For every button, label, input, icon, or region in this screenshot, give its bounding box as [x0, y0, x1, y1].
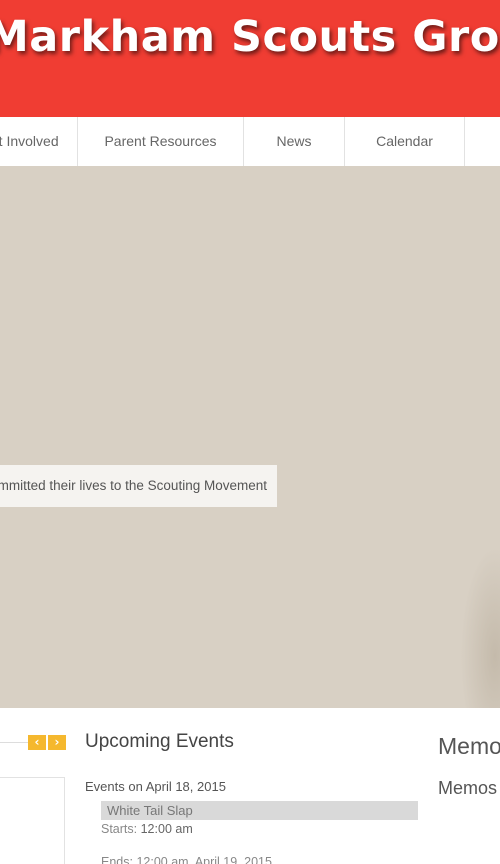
event-start-value: 12:00 am [140, 822, 193, 836]
event-end-value: 12:00 am, April 19, 2015 [136, 855, 272, 864]
nav-item-news[interactable]: News [244, 117, 345, 166]
event-link-white-tail-slap[interactable]: White Tail Slap [101, 801, 418, 820]
event-end-label: Ends: [101, 855, 133, 864]
nav-item-get-involved[interactable]: Get Involved [0, 117, 78, 166]
divider [0, 742, 28, 743]
events-date-heading: Events on April 18, 2015 [85, 779, 226, 794]
upcoming-events-title: Upcoming Events [85, 731, 234, 752]
nav-item-more[interactable] [465, 117, 500, 166]
page: Markham Scouts Group Get Involved Parent… [0, 0, 500, 864]
hero-image-edge [460, 546, 500, 708]
chevron-left-icon[interactable]: ‹ [28, 735, 46, 750]
hero-caption-text: committed their lives to the Scouting Mo… [0, 478, 267, 493]
main-navigation: Get Involved Parent Resources News Calen… [0, 117, 500, 167]
event-start-time: Starts: 12:00 am [101, 822, 193, 836]
nav-item-calendar[interactable]: Calendar [345, 117, 465, 166]
site-header: Markham Scouts Group [0, 0, 500, 117]
hero-caption: committed their lives to the Scouting Mo… [0, 465, 277, 507]
nav-item-parent-resources[interactable]: Parent Resources [78, 117, 244, 166]
site-title[interactable]: Markham Scouts Group [0, 12, 500, 62]
chevron-right-icon[interactable]: › [48, 735, 66, 750]
left-widget-box [0, 777, 65, 864]
memos-title: Memos [438, 733, 500, 759]
event-start-label: Starts: [101, 822, 138, 836]
event-end-time: Ends: 12:00 am, April 19, 2015 [101, 855, 272, 864]
memos-subtitle: Memos ca [438, 778, 500, 798]
hero-slider[interactable]: committed their lives to the Scouting Mo… [0, 166, 500, 708]
